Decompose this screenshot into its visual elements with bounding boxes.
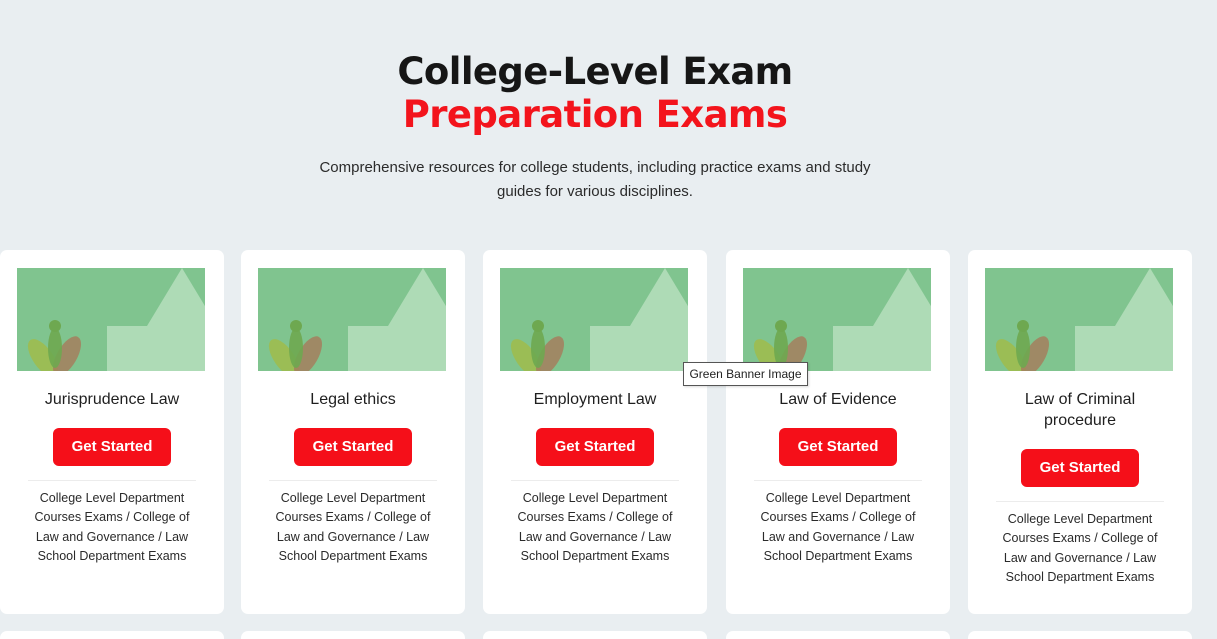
card-divider	[996, 501, 1164, 502]
get-started-button[interactable]: Get Started	[1021, 449, 1139, 487]
card-title: Law of Criminal procedure	[1024, 391, 1136, 429]
next-row-card	[0, 631, 224, 639]
next-row-card	[483, 631, 707, 639]
image-tooltip: Green Banner Image	[683, 362, 808, 386]
exam-card: Employment Law Get Started College Level…	[483, 250, 707, 614]
card-title: Jurisprudence Law	[44, 391, 180, 408]
page-title: College-Level Exam Preparation Exams	[0, 50, 1190, 136]
card-title: Employment Law	[533, 391, 657, 408]
get-started-button[interactable]: Get Started	[536, 428, 654, 466]
card-description: College Level Department Courses Exams /…	[517, 491, 673, 563]
card-description: College Level Department Courses Exams /…	[1002, 512, 1158, 584]
page-subtitle: Comprehensive resources for college stud…	[319, 159, 871, 200]
banner-graphic	[17, 268, 205, 371]
next-row-card	[968, 631, 1192, 639]
card-description: College Level Department Courses Exams /…	[34, 491, 190, 563]
next-row-card	[726, 631, 950, 639]
banner-graphic	[743, 268, 931, 371]
hero-section: College-Level Exam Preparation Exams Com…	[0, 50, 1190, 204]
banner-graphic	[500, 268, 688, 371]
green-banner-image	[500, 268, 688, 371]
green-banner-image	[985, 268, 1173, 371]
exam-card: Legal ethics Get Started College Level D…	[241, 250, 465, 614]
exam-card: Law of Criminal procedure Get Started Co…	[968, 250, 1192, 614]
card-description: College Level Department Courses Exams /…	[760, 491, 916, 563]
card-title: Law of Evidence	[779, 391, 897, 408]
card-divider	[511, 480, 679, 481]
exam-card: Law of Evidence Get Started College Leve…	[726, 250, 950, 614]
green-banner-image	[258, 268, 446, 371]
next-row-card	[241, 631, 465, 639]
green-banner-image	[17, 268, 205, 371]
page-title-accent: Preparation Exams	[402, 93, 788, 136]
green-banner-image	[743, 268, 931, 371]
card-divider	[269, 480, 437, 481]
card-divider	[754, 480, 922, 481]
exam-card: Jurisprudence Law Get Started College Le…	[0, 250, 224, 614]
card-description: College Level Department Courses Exams /…	[275, 491, 431, 563]
page-title-main: College-Level Exam	[397, 50, 793, 93]
card-title: Legal ethics	[310, 391, 396, 408]
get-started-button[interactable]: Get Started	[779, 428, 897, 466]
banner-graphic	[258, 268, 446, 371]
banner-graphic	[985, 268, 1173, 371]
get-started-button[interactable]: Get Started	[294, 428, 412, 466]
get-started-button[interactable]: Get Started	[53, 428, 171, 466]
card-divider	[28, 480, 196, 481]
